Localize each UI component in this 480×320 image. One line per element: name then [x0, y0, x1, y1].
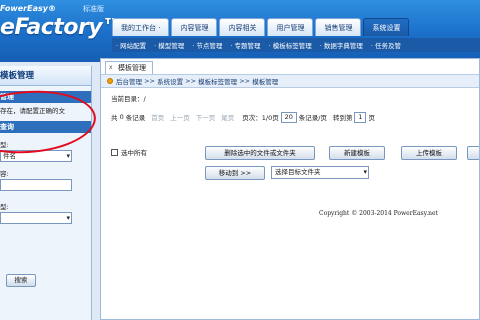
copyright-notice: Copyright © 2003-2014 PowerEasy.net	[319, 210, 438, 217]
pager-page-label: 页次：	[242, 114, 262, 122]
tab-content-management[interactable]: 内容管理	[171, 18, 218, 36]
current-directory: 当前目录：/	[111, 95, 146, 103]
home-icon	[107, 78, 113, 84]
query-type2-select[interactable]: ▾	[0, 212, 72, 224]
content-tab-template-management[interactable]: x 模板管理	[105, 61, 153, 74]
move-target-select[interactable]: 选择目标文件夹 ▾	[271, 166, 369, 179]
pager-goto-label: 转到第	[332, 114, 353, 122]
sub-nav-site-config[interactable]: · 网站配置	[112, 40, 150, 50]
tab-my-workbench[interactable]: 我的工作台 ·	[112, 18, 170, 36]
move-target-value: 选择目标文件夹	[275, 168, 321, 176]
tab-sales-management[interactable]: 销售管理	[315, 18, 362, 36]
sub-nav-tasks[interactable]: · 任务及管	[367, 40, 405, 50]
upload-template-button[interactable]: 上传模板	[401, 146, 457, 160]
pager-total-count: 0	[119, 113, 124, 121]
sub-nav-data-dictionary[interactable]: · 数据字典管理	[316, 40, 367, 50]
pager-prev[interactable]: 上一页	[170, 112, 190, 122]
logo: eFactory™	[0, 15, 124, 40]
tab-user-management[interactable]: 用户管理	[267, 18, 314, 36]
query-type-value: 件名	[3, 152, 16, 160]
more-actions-button[interactable]	[467, 146, 479, 160]
select-all-checkbox[interactable]	[111, 148, 118, 156]
breadcrumb: 后台管理 >> 系统设置 >> 模板标签管理 >> 模板管理	[101, 74, 479, 88]
breadcrumb-separator: >>	[239, 77, 251, 85]
query-type2-label: 型:	[0, 203, 9, 211]
pager-goto-suffix: 页	[368, 114, 375, 122]
sub-nav-model-management[interactable]: · 模型管理	[150, 40, 188, 50]
pager-next[interactable]: 下一页	[196, 112, 216, 122]
breadcrumb-separator: >>	[144, 77, 155, 85]
chevron-down-icon: ▾	[66, 214, 70, 222]
pager-total-prefix: 共	[111, 114, 118, 122]
app-header: FowerEasy® eFactory™ 标准版 我的工作台 · 内容管理 内容…	[0, 0, 480, 62]
main-nav-tabs: 我的工作台 · 内容管理 内容相关 用户管理 销售管理 系统设置	[112, 18, 410, 36]
sub-nav-topic-management[interactable]: · 专题管理	[226, 40, 264, 50]
per-page-input[interactable]: 20	[280, 111, 297, 123]
pager: 共 0 条记录 首页 上一页 下一页 尾页 页次： 1/0页 20 条记录/页 …	[111, 109, 476, 125]
pager-first[interactable]: 首页	[151, 112, 164, 122]
sub-nav-bar: · 网站配置 · 模型管理 · 节点管理 · 专题管理 · 模板标签管理 · 数…	[112, 38, 480, 52]
move-to-button[interactable]: 移动到 >>	[205, 166, 265, 180]
select-all-label: 选中所有	[121, 149, 147, 157]
sub-nav-template-tag-management[interactable]: · 模板标签管理	[265, 40, 316, 50]
sidebar-title: 模板管理	[0, 66, 91, 86]
breadcrumb-item-template-management: 模板管理	[252, 78, 279, 86]
pager-page-value: 1/0页	[261, 114, 279, 122]
query-type-select[interactable]: 件名 ▾	[0, 150, 72, 162]
content-tab-label: 模板管理	[118, 64, 146, 72]
delete-selected-button[interactable]: 删除选中的文件或文件夹	[205, 146, 315, 160]
close-icon[interactable]: x	[109, 62, 113, 74]
create-template-button[interactable]: 新建模板	[329, 146, 385, 160]
breadcrumb-item-system-settings[interactable]: 系统设置	[157, 76, 183, 86]
edition-badge: 标准版	[83, 5, 104, 13]
search-button[interactable]: 搜索	[6, 274, 36, 287]
select-all[interactable]: 选中所有	[111, 147, 147, 157]
main-content: x 模板管理 后台管理 >> 系统设置 >> 模板标签管理 >> 模板管理 当前…	[100, 58, 480, 320]
tab-system-settings[interactable]: 系统设置	[363, 18, 410, 36]
pager-per-page-suffix: 条记录/页	[298, 114, 327, 122]
pager-total-suffix: 条记录	[125, 114, 146, 122]
sidebar-section-query: 查询	[0, 121, 91, 133]
sidebar: 模板管理 管理 存在，请配置正确的文 查询 型: 件名 ▾ 容: 型: ▾ 搜索	[0, 66, 92, 320]
breadcrumb-item-template-tags[interactable]: 模板标签管理	[198, 76, 237, 86]
chevron-down-icon: ▾	[66, 152, 70, 160]
query-content-label: 容:	[0, 170, 9, 178]
sidebar-error-message: 存在，请配置正确的文	[0, 107, 65, 115]
sub-nav-node-management[interactable]: · 节点管理	[188, 40, 226, 50]
query-type-label: 型:	[0, 141, 9, 149]
breadcrumb-separator: >>	[185, 77, 197, 85]
sidebar-section-manage: 管理	[0, 91, 91, 103]
goto-page-input[interactable]: 1	[354, 111, 367, 123]
breadcrumb-item-admin[interactable]: 后台管理	[116, 76, 142, 86]
chevron-down-icon: ▾	[363, 168, 367, 176]
logo-brand-small: FowerEasy®	[0, 4, 56, 13]
pager-last[interactable]: 尾页	[221, 112, 234, 122]
tab-content-related[interactable]: 内容相关	[219, 18, 266, 36]
query-content-input[interactable]	[0, 179, 72, 191]
